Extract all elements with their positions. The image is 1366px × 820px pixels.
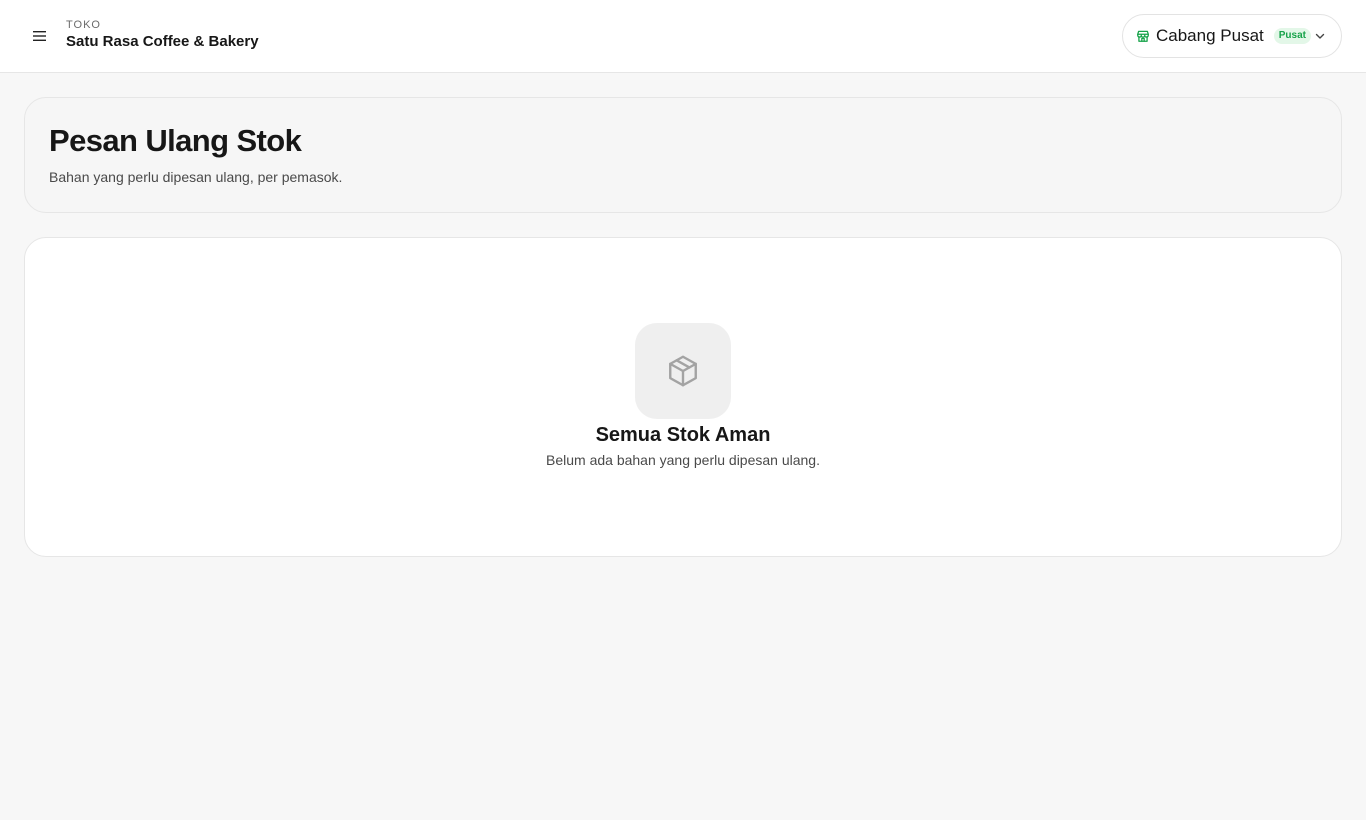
package-icon bbox=[635, 323, 731, 419]
empty-state-card: Semua Stok Aman Belum ada bahan yang per… bbox=[24, 237, 1342, 557]
empty-state-description: Belum ada bahan yang perlu dipesan ulang… bbox=[546, 452, 820, 468]
hamburger-menu-icon[interactable] bbox=[28, 24, 52, 48]
branch-badge: Pusat bbox=[1273, 28, 1311, 44]
branch-selector[interactable]: Cabang Pusat Pusat bbox=[1122, 14, 1342, 58]
page-subtitle: Bahan yang perlu dipesan ulang, per pema… bbox=[49, 169, 343, 185]
store-icon bbox=[1136, 29, 1150, 43]
empty-state-title: Semua Stok Aman bbox=[595, 424, 771, 446]
page-header-card: Pesan Ulang Stok Bahan yang perlu dipesa… bbox=[24, 97, 1342, 213]
top-header: TOKO Satu Rasa Coffee & Bakery Cabang Pu… bbox=[0, 0, 1366, 73]
branch-name: Cabang Pusat bbox=[1156, 26, 1264, 45]
chevron-down-icon bbox=[1313, 29, 1327, 43]
page-title: Pesan Ulang Stok bbox=[49, 123, 302, 158]
store-kicker: TOKO bbox=[66, 19, 101, 31]
store-info: TOKO Satu Rasa Coffee & Bakery bbox=[66, 18, 259, 52]
store-name: Satu Rasa Coffee & Bakery bbox=[66, 33, 259, 50]
